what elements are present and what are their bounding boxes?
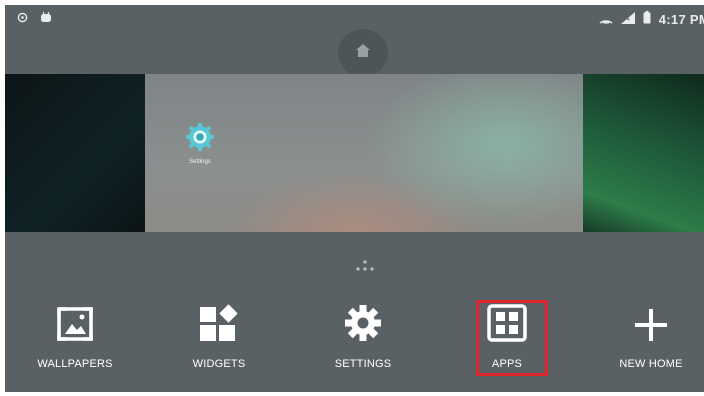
settings-label: SETTINGS (334, 358, 392, 370)
apps-highlight-box (476, 300, 548, 376)
settings-app-icon (185, 123, 215, 156)
settings-shortcut-label: Settings (189, 159, 211, 165)
wallpapers-label: WALLPAPERS (37, 358, 113, 370)
cast-icon (599, 12, 613, 27)
status-time: 4:17 PM (658, 11, 704, 27)
plus-icon (634, 308, 668, 345)
home-icon (356, 44, 370, 62)
sync-icon (17, 11, 28, 26)
settings-button[interactable]: SETTINGS (303, 301, 423, 375)
new-home-button[interactable]: NEW HOME (591, 301, 704, 375)
settings-shortcut[interactable]: Settings (175, 122, 225, 165)
workspace-page-left[interactable] (5, 74, 145, 232)
widgets-label: WIDGETS (192, 358, 246, 370)
wallpapers-button[interactable]: WALLPAPERS (15, 301, 135, 375)
drag-handle-icon[interactable] (354, 259, 376, 278)
new-home-label: NEW HOME (619, 358, 683, 370)
gear-icon (344, 304, 382, 345)
battery-icon (643, 11, 651, 27)
overview-options-bar: WALLPAPERS WIDGETS SETTINGS APPS NEW HOM… (5, 301, 704, 381)
workspace-pages (5, 74, 704, 232)
workspace-page-right[interactable] (583, 74, 704, 232)
wallpaper-icon (56, 306, 94, 345)
cell-signal-icon (620, 11, 635, 27)
widgets-icon (199, 304, 239, 345)
launcher-overview-screen: 4:17 PM (5, 5, 704, 392)
status-bar: 4:17 PM (5, 5, 704, 33)
home-page-indicator[interactable] (338, 29, 388, 77)
android-icon (40, 11, 52, 26)
widgets-button[interactable]: WIDGETS (159, 301, 279, 375)
